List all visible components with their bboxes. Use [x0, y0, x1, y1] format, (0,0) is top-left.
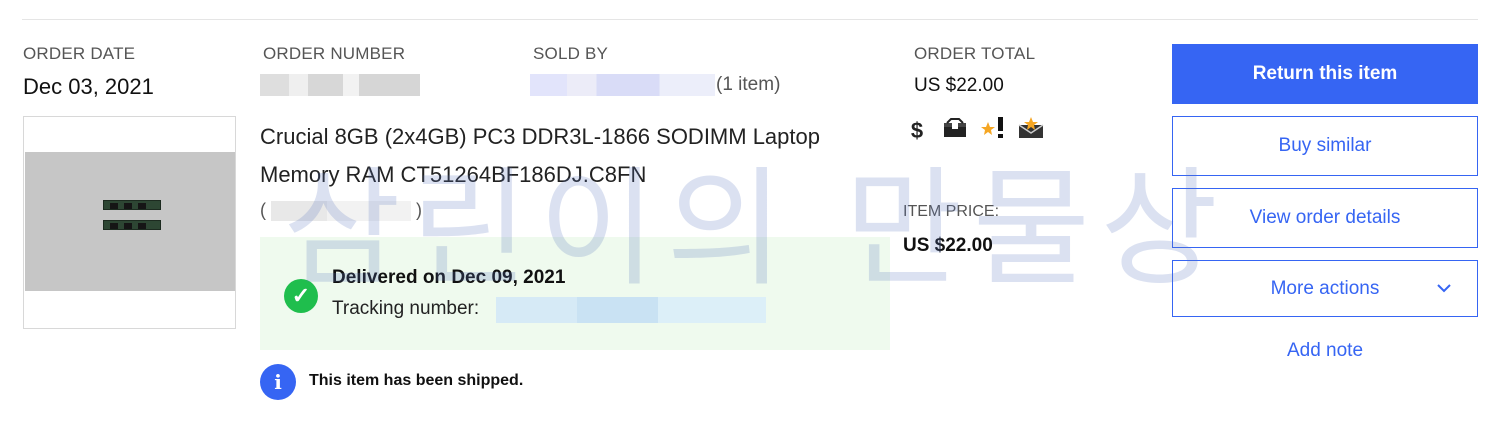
ram-chip: [124, 203, 132, 209]
sold-by-label: SOLD BY: [533, 44, 609, 63]
chevron-down-icon: [1437, 277, 1451, 298]
ram-chip: [138, 223, 146, 229]
dollar-icon: $: [910, 118, 924, 143]
item-count: (1 item): [716, 74, 781, 95]
item-price-label: ITEM PRICE:: [903, 203, 1000, 220]
return-item-button[interactable]: Return this item: [1172, 44, 1478, 104]
add-note-link[interactable]: Add note: [1172, 340, 1478, 362]
star-seller-icon: [979, 116, 1007, 146]
order-total-value: US $22.00: [914, 75, 1004, 96]
delivery-status-box: ✓ Delivered on Dec 09, 2021 Tracking num…: [260, 237, 890, 350]
ram-stick: [103, 200, 161, 210]
ram-chip: [138, 203, 146, 209]
item-variant: ( ): [260, 200, 423, 222]
info-icon: i: [260, 364, 296, 400]
seller-name-redacted[interactable]: [530, 74, 715, 96]
order-date-label: ORDER DATE: [23, 44, 136, 63]
check-circle-icon: ✓: [284, 279, 318, 313]
variant-redacted: [271, 201, 412, 222]
item-title-link[interactable]: Crucial 8GB (2x4GB) PC3 DDR3L-1866 SODIM…: [260, 118, 890, 194]
order-number-redacted: [260, 74, 420, 96]
delivered-status: Delivered on Dec 09, 2021: [332, 267, 566, 288]
item-image[interactable]: [23, 116, 236, 329]
variant-close: ): [416, 200, 423, 220]
ram-photo: [25, 152, 235, 291]
more-actions-button[interactable]: More actions: [1172, 260, 1478, 317]
ram-chip: [110, 203, 118, 209]
variant-open: (: [260, 200, 266, 220]
more-actions-label: More actions: [1270, 277, 1380, 299]
order-icon-row: $: [903, 116, 1045, 146]
package-icon: [941, 118, 969, 144]
feedback-mail-icon: [1017, 117, 1045, 145]
order-number-label: ORDER NUMBER: [263, 44, 406, 63]
tracking-label: Tracking number:: [332, 298, 480, 319]
order-date-value: Dec 03, 2021: [23, 74, 154, 99]
shipped-notice: This item has been shipped.: [309, 372, 524, 389]
view-order-details-button[interactable]: View order details: [1172, 188, 1478, 248]
ram-chip: [110, 223, 118, 229]
ram-stick: [103, 220, 161, 230]
order-total-label: ORDER TOTAL: [914, 44, 1036, 63]
item-price-value: US $22.00: [903, 235, 993, 256]
top-divider: [22, 19, 1478, 20]
tracking-number-redacted[interactable]: [496, 297, 766, 323]
buy-similar-button[interactable]: Buy similar: [1172, 116, 1478, 176]
ram-chip: [124, 223, 132, 229]
